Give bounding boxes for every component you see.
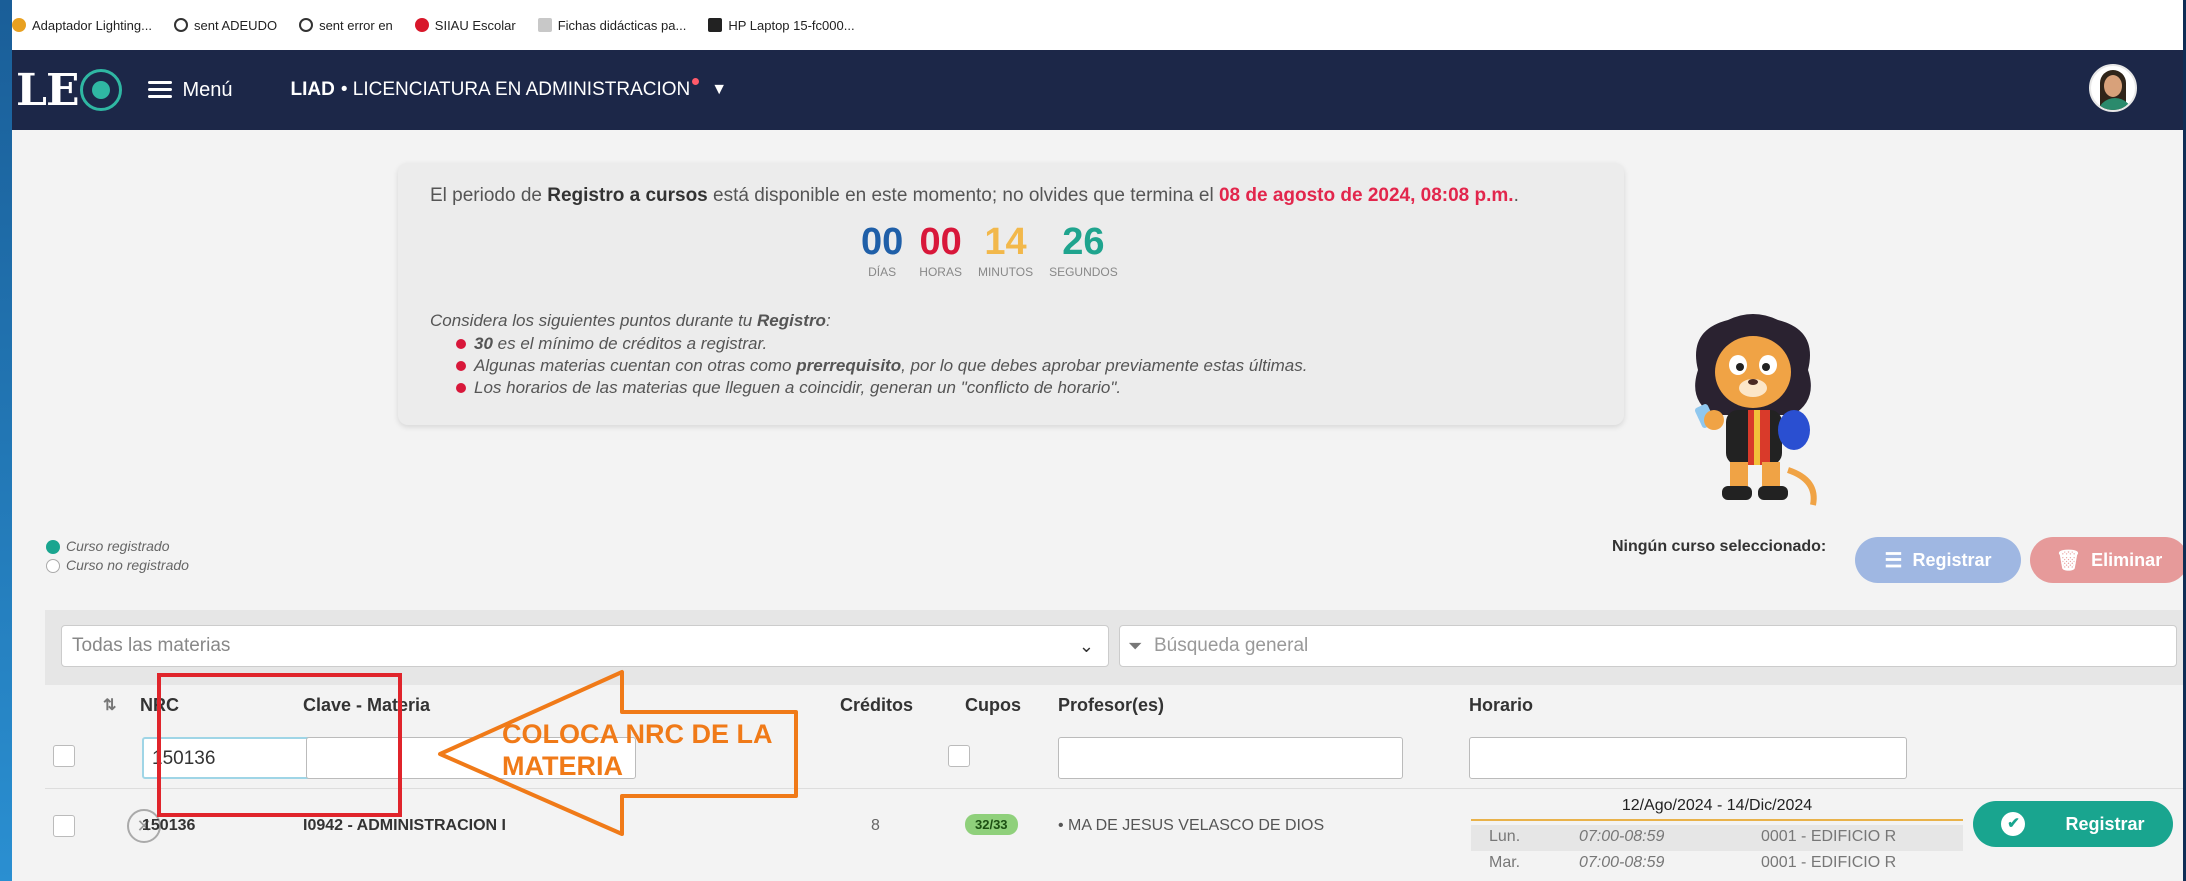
- annotation-text: COLOCA NRC DE LA MATERIA: [502, 719, 773, 781]
- select-all-checkbox[interactable]: [53, 745, 75, 767]
- globe-icon: [299, 18, 314, 32]
- profesor-filter-input[interactable]: [1058, 737, 1403, 779]
- desktop-frame-left: [0, 0, 12, 881]
- countdown-seconds: 26 SEGUNDOS: [1049, 221, 1118, 279]
- schedule-entry: Lun. 07:00-08:59 0001 - EDIFICIO R: [1471, 825, 1963, 851]
- user-avatar[interactable]: [2089, 64, 2137, 112]
- register-course-button[interactable]: ✔ Registrar: [1973, 801, 2173, 847]
- countdown-timer: 00 DÍAS 00 HORAS 14 MINUTOS 26 SEGUNDOS: [861, 221, 1134, 279]
- bookmark-item[interactable]: Fichas didácticas pa...: [537, 18, 686, 33]
- tip-item: 30 es el mínimo de créditos a registrar.: [454, 333, 1307, 355]
- subjects-dropdown[interactable]: Todas las materias ⌄: [61, 625, 1109, 667]
- schedule-period: 12/Ago/2024 - 14/Dic/2024: [1471, 797, 1963, 821]
- column-creditos[interactable]: Créditos: [840, 695, 913, 716]
- siiau-icon: [414, 18, 429, 32]
- horario-filter-input[interactable]: [1469, 737, 1907, 779]
- bookmark-item[interactable]: HP Laptop 15-fc000...: [708, 18, 855, 33]
- bookmark-item[interactable]: sent ADEUDO: [173, 18, 277, 33]
- delete-selected-button[interactable]: 🗑 Eliminar: [2030, 537, 2183, 583]
- selection-status: Ningún curso seleccionado:: [1612, 538, 1827, 555]
- cupos-filter-checkbox[interactable]: [948, 745, 970, 767]
- amazon-icon: [708, 18, 723, 32]
- bookmark-icon: [537, 18, 552, 32]
- legend-registered: Curso registrado: [46, 537, 189, 556]
- bookmark-item[interactable]: SIIAU Escolar: [414, 18, 516, 33]
- period-message: El periodo de Registro a cursos está dis…: [430, 185, 1519, 206]
- register-selected-button[interactable]: ☰ Registrar: [1855, 537, 2021, 583]
- tips-intro: Considera los siguientes puntos durante …: [430, 311, 831, 330]
- bookmark-item[interactable]: sent error en: [299, 18, 393, 33]
- countdown-hours: 00 HORAS: [919, 221, 962, 279]
- countdown-days: 00 DÍAS: [861, 221, 904, 279]
- sort-icon[interactable]: ⇅: [103, 695, 116, 715]
- tips-list: 30 es el mínimo de créditos a registrar.…: [454, 333, 1307, 399]
- row-nrc: 150136: [142, 817, 196, 834]
- check-circle-icon: ✔: [2001, 812, 2026, 836]
- schedule-entry: Mar. 07:00-08:59 0001 - EDIFICIO R: [1489, 854, 1897, 871]
- check-circle-icon: [46, 539, 60, 554]
- notification-dot: [692, 77, 700, 85]
- column-profesor[interactable]: Profesor(es): [1058, 695, 1164, 716]
- registration-period-card: El periodo de Registro a cursos está dis…: [398, 163, 1624, 425]
- tip-item: Los horarios de las materias que lleguen…: [454, 377, 1307, 399]
- registration-tips: Considera los siguientes puntos durante …: [430, 311, 1307, 399]
- hamburger-icon: [148, 81, 173, 99]
- trash-icon: 🗑: [2055, 549, 2082, 572]
- x-circle-icon: [46, 558, 60, 573]
- lion-mascot-icon: [1694, 314, 1817, 506]
- legend-not-registered: Curso no registrado: [46, 556, 189, 575]
- leo-logo[interactable]: LE: [16, 65, 123, 116]
- seal-icon: [80, 69, 123, 111]
- bookmark-item[interactable]: Adaptador Lighting...: [12, 18, 152, 33]
- row-profesor: • MA DE JESUS VELASCO DE DIOS: [1058, 817, 1325, 834]
- cupos-badge: 32/33: [965, 814, 1018, 835]
- bookmark-icon: [12, 18, 26, 32]
- chevron-down-icon: ▼: [711, 81, 728, 98]
- column-horario[interactable]: Horario: [1469, 695, 1533, 716]
- row-checkbox[interactable]: [53, 815, 75, 837]
- row-creditos: 8: [871, 817, 880, 834]
- chevron-down-icon: ⌄: [1078, 636, 1094, 656]
- list-check-icon: ☰: [1884, 549, 1903, 572]
- annotation-highlight-box: [157, 673, 402, 817]
- menu-button[interactable]: Menú: [148, 79, 233, 102]
- bookmarks-bar: Adaptador Lighting... sent ADEUDO sent e…: [12, 0, 2183, 50]
- column-cupos[interactable]: Cupos: [965, 695, 1021, 716]
- tip-item: Algunas materias cuentan con otras como …: [454, 355, 1307, 377]
- status-legend: Curso registrado Curso no registrado: [46, 537, 189, 575]
- top-navigation: LE Menú LIAD • LICENCIATURA EN ADMINISTR…: [12, 50, 2183, 130]
- countdown-minutes: 14 MINUTOS: [977, 221, 1034, 279]
- filter-icon: ⏷: [1128, 636, 1143, 656]
- globe-icon: [173, 18, 188, 32]
- browser-window: Adaptador Lighting... sent ADEUDO sent e…: [12, 0, 2183, 881]
- general-search-input[interactable]: ⏷ Búsqueda general: [1119, 625, 2177, 667]
- program-selector[interactable]: LIAD • LICENCIATURA EN ADMINISTRACION ▼: [291, 77, 728, 101]
